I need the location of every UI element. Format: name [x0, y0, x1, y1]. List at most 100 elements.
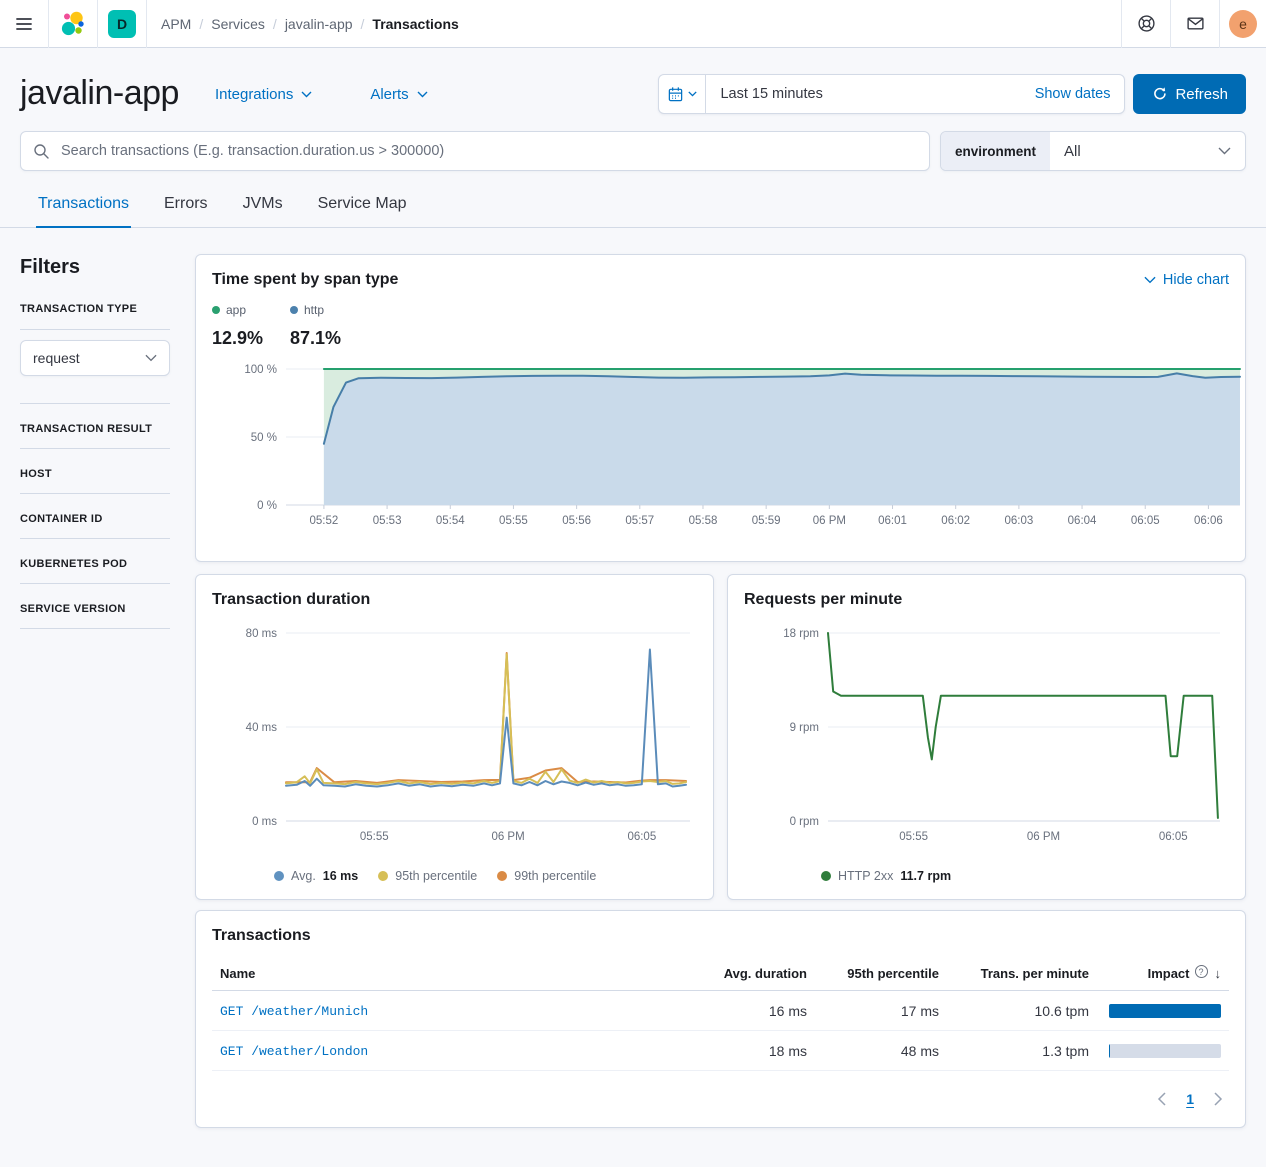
- sort-desc-icon: ↓: [1215, 966, 1222, 981]
- breadcrumb-item[interactable]: Services: [211, 16, 265, 32]
- refresh-button[interactable]: Refresh: [1133, 74, 1246, 114]
- svg-text:06 PM: 06 PM: [1027, 831, 1060, 843]
- tpm-cell: 1.3 tpm: [947, 1031, 1097, 1071]
- svg-text:05:58: 05:58: [689, 515, 718, 527]
- svg-text:06:05: 06:05: [1131, 515, 1160, 527]
- legend-item[interactable]: http87.1%: [290, 303, 368, 349]
- integrations-menu-button[interactable]: Integrations: [215, 86, 312, 103]
- transaction-link[interactable]: GET /weather/London: [220, 1044, 368, 1059]
- svg-text:0 ms: 0 ms: [252, 816, 277, 828]
- question-circle-icon[interactable]: ?: [1195, 965, 1208, 978]
- svg-text:05:59: 05:59: [752, 515, 781, 527]
- chevron-right-icon: [1214, 1092, 1223, 1106]
- tab-errors[interactable]: Errors: [162, 195, 210, 228]
- legend-dot-icon: [212, 306, 220, 314]
- svg-text:06:04: 06:04: [1068, 515, 1097, 527]
- legend-label: 99th percentile: [514, 869, 596, 883]
- elastic-logo[interactable]: [49, 0, 97, 48]
- alerts-menu-button[interactable]: Alerts: [370, 86, 427, 103]
- breadcrumb-separator: /: [273, 16, 277, 32]
- column-header-avg-duration[interactable]: Avg. duration: [695, 957, 815, 991]
- legend-label: app: [226, 303, 246, 317]
- menu-button[interactable]: [0, 0, 48, 48]
- legend-item[interactable]: HTTP 2xx11.7 rpm: [821, 869, 951, 883]
- legend-item[interactable]: app12.9%: [212, 303, 290, 349]
- svg-text:06 PM: 06 PM: [813, 515, 846, 527]
- transaction-link[interactable]: GET /weather/Munich: [220, 1004, 368, 1019]
- elastic-logo-icon: [59, 10, 87, 38]
- transactions-table-title: Transactions: [212, 927, 1229, 945]
- search-box: [20, 131, 930, 171]
- p95-cell: 17 ms: [815, 991, 947, 1031]
- tab-jvms[interactable]: JVMs: [241, 195, 285, 228]
- user-avatar[interactable]: e: [1229, 10, 1257, 38]
- deployment-badge[interactable]: D: [108, 10, 136, 38]
- chevron-down-icon: [688, 91, 697, 97]
- filter-section-transaction-result[interactable]: TRANSACTION RESULT: [20, 423, 170, 435]
- help-button[interactable]: [1122, 0, 1170, 48]
- environment-select[interactable]: All: [1050, 132, 1245, 170]
- requests-per-minute-card: Requests per minute 0 rpm9 rpm18 rpm05:5…: [727, 574, 1246, 900]
- divider: [20, 493, 170, 494]
- tab-service-map[interactable]: Service Map: [316, 195, 409, 228]
- filter-section-host[interactable]: HOST: [20, 468, 170, 480]
- page-number-button[interactable]: 1: [1186, 1091, 1194, 1107]
- avg-duration-cell: 16 ms: [695, 991, 815, 1031]
- svg-text:06 PM: 06 PM: [491, 831, 524, 843]
- requests-per-minute-chart: 0 rpm9 rpm18 rpm05:5506 PM06:05: [744, 619, 1228, 861]
- hide-chart-button[interactable]: Hide chart: [1144, 272, 1229, 288]
- show-dates-button[interactable]: Show dates: [1035, 86, 1125, 102]
- breadcrumb-item: Transactions: [372, 16, 458, 32]
- filter-section-service-version[interactable]: SERVICE VERSION: [20, 603, 170, 615]
- chevron-down-icon: [145, 354, 157, 362]
- integrations-label: Integrations: [215, 86, 293, 103]
- svg-text:05:55: 05:55: [360, 831, 389, 843]
- filter-section-container-id[interactable]: CONTAINER ID: [20, 513, 170, 525]
- filters-sidebar: Filters TRANSACTION TYPE request TRANSAC…: [20, 254, 170, 629]
- impact-bar: [1109, 1004, 1221, 1018]
- column-header-name[interactable]: Name: [212, 957, 695, 991]
- svg-text:9 rpm: 9 rpm: [790, 722, 819, 734]
- breadcrumb-separator: /: [199, 16, 203, 32]
- legend-item[interactable]: 95th percentile: [378, 869, 477, 883]
- divider: [146, 0, 147, 48]
- svg-text:06:01: 06:01: [878, 515, 907, 527]
- page-header: javalin-app Integrations Alerts Last 15 …: [0, 48, 1266, 114]
- tab-transactions[interactable]: Transactions: [36, 195, 131, 228]
- column-header-trans-per-minute[interactable]: Trans. per minute: [947, 957, 1097, 991]
- table-row: GET /weather/Munich16 ms17 ms10.6 tpm: [212, 991, 1229, 1031]
- hide-chart-label: Hide chart: [1163, 272, 1229, 288]
- column-header-impact[interactable]: Impact?↓: [1097, 957, 1229, 991]
- search-input[interactable]: [59, 142, 917, 160]
- filters-title: Filters: [20, 256, 170, 279]
- date-quick-select-button[interactable]: [659, 75, 706, 113]
- transaction-duration-legend: Avg.16 ms 95th percentile 99th percentile: [212, 869, 697, 883]
- svg-text:05:57: 05:57: [625, 515, 654, 527]
- environment-prefix-label: environment: [941, 132, 1050, 170]
- divider: [20, 628, 170, 629]
- legend-item[interactable]: 99th percentile: [497, 869, 596, 883]
- environment-value: All: [1064, 143, 1081, 160]
- svg-text:06:05: 06:05: [1159, 831, 1188, 843]
- svg-text:06:03: 06:03: [1004, 515, 1033, 527]
- transaction-type-select[interactable]: request: [20, 340, 170, 376]
- previous-page-button[interactable]: [1157, 1092, 1166, 1106]
- column-header-95th-percentile[interactable]: 95th percentile: [815, 957, 947, 991]
- svg-text:0 rpm: 0 rpm: [790, 816, 819, 828]
- legend-dot-icon: [497, 871, 507, 881]
- pagination: 1: [212, 1071, 1229, 1111]
- legend-item[interactable]: Avg.16 ms: [274, 869, 358, 883]
- time-range-button[interactable]: Last 15 minutes: [706, 86, 822, 102]
- breadcrumb-item[interactable]: APM: [161, 16, 191, 32]
- filter-section-kubernetes-pod[interactable]: KUBERNETES POD: [20, 558, 170, 570]
- requests-per-minute-legend: HTTP 2xx11.7 rpm: [744, 869, 1229, 883]
- svg-text:05:55: 05:55: [899, 831, 928, 843]
- legend-value: 11.7 rpm: [900, 869, 951, 883]
- svg-text:05:55: 05:55: [499, 515, 528, 527]
- breadcrumb-item[interactable]: javalin-app: [285, 16, 353, 32]
- svg-text:05:54: 05:54: [436, 515, 465, 527]
- legend-label: Avg.: [291, 869, 316, 883]
- search-icon: [33, 143, 50, 160]
- next-page-button[interactable]: [1214, 1092, 1223, 1106]
- notifications-button[interactable]: [1171, 0, 1219, 48]
